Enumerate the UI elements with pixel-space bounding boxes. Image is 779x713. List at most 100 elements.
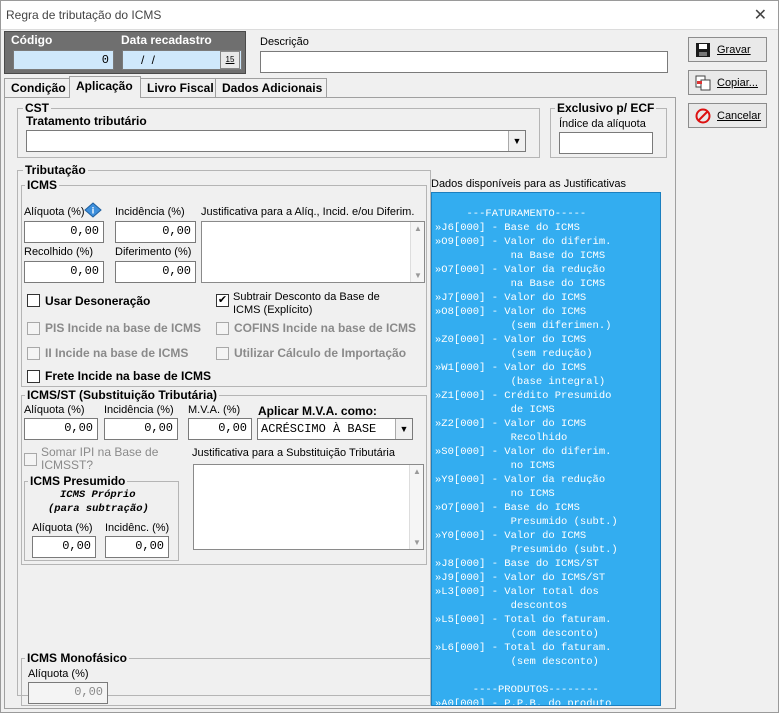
save-icon [696, 42, 710, 57]
justificativa-line[interactable]: no ICMS [435, 459, 660, 473]
icms-aliquota-field[interactable]: 0,00 [24, 221, 104, 243]
scroll-down-icon[interactable]: ▼ [414, 271, 422, 280]
subtrair-desconto-label-2: ICMS (Explícito) [233, 304, 313, 316]
chevron-down-icon[interactable]: ▼ [395, 419, 412, 439]
justificativa-line[interactable]: »L5[000] - Total do faturam. [435, 613, 660, 627]
justificativa-line[interactable]: »O9[000] - Valor do diferim. [435, 235, 660, 249]
copiar-button[interactable]: Copiar... [688, 70, 767, 95]
codigo-label: Código [11, 33, 53, 47]
icmsst-incidencia-field[interactable]: 0,00 [104, 418, 178, 440]
justificativa-line[interactable]: »J8[000] - Base do ICMS/ST [435, 557, 660, 571]
somar-ipi-label-2: ICMSST? [41, 458, 94, 472]
tab-condicao[interactable]: Condição [4, 78, 70, 98]
justificativa-line[interactable]: »A0[000] - P.P.B. do produto [435, 697, 660, 705]
scroll-down-icon[interactable]: ▼ [413, 538, 421, 547]
frete-label: Frete Incide na base de ICMS [45, 369, 212, 383]
icms-recolhido-field[interactable]: 0,00 [24, 261, 104, 283]
tab-livro-fiscal[interactable]: Livro Fiscal [140, 78, 216, 98]
justificativa-line[interactable]: »S0[000] - Valor do diferim. [435, 445, 660, 459]
scroll-up-icon[interactable]: ▲ [413, 467, 421, 476]
justificativa-line[interactable]: (base integral) [435, 375, 660, 389]
aplicar-mva-value: ACRÉSCIMO À BASE [261, 422, 377, 436]
frete-checkbox[interactable] [27, 370, 40, 383]
ecf-title: Exclusivo p/ ECF [555, 101, 657, 115]
icms-justificativa-memo[interactable]: ▲ ▼ [201, 221, 425, 283]
subtrair-desconto-checkbox[interactable]: ✔ [216, 294, 229, 307]
presumido-aliquota-field[interactable]: 0,00 [32, 536, 96, 558]
presumido-incidenc-field[interactable]: 0,00 [105, 536, 169, 558]
justificativa-line[interactable]: »Z1[000] - Crédito Presumido [435, 389, 660, 403]
monofasico-aliquota-field[interactable]: 0,00 [28, 682, 108, 704]
justificativa-line[interactable]: »O7[000] - Base do ICMS [435, 501, 660, 515]
justificativa-line[interactable]: »Z2[000] - Valor do ICMS [435, 417, 660, 431]
cofins-label: COFINS Incide na base de ICMS [234, 321, 417, 335]
justificativa-line[interactable]: Presumido (subt.) [435, 515, 660, 529]
gravar-button[interactable]: Gravar [688, 37, 767, 62]
scrollbar[interactable]: ▲ ▼ [410, 222, 424, 282]
somar-ipi-checkbox[interactable] [24, 453, 37, 466]
close-icon[interactable]: ✕ [754, 5, 767, 25]
justificativa-line[interactable]: »Z0[000] - Valor do ICMS [435, 333, 660, 347]
justificativas-list[interactable]: ---FATURAMENTO----- »J6[000] - Base do IC… [431, 192, 661, 706]
justificativa-line[interactable]: ----PRODUTOS-------- [435, 683, 660, 697]
justificativa-line[interactable]: »O8[000] - Valor do ICMS [435, 305, 660, 319]
icms-title: ICMS [25, 178, 59, 192]
icmsst-title: ICMS/ST (Substituição Tributária) [25, 388, 220, 402]
info-icon[interactable]: i [84, 202, 102, 218]
justificativa-line[interactable]: »Y0[000] - Valor do ICMS [435, 529, 660, 543]
subtrair-desconto-label: Subtrair Desconto da Base de [233, 291, 380, 303]
icms-diferimento-field[interactable]: 0,00 [115, 261, 196, 283]
pis-checkbox[interactable] [27, 322, 40, 335]
tratamento-select[interactable]: ▼ [26, 130, 526, 152]
justificativa-line[interactable]: »J7[000] - Valor do ICMS [435, 291, 660, 305]
cancel-icon [695, 108, 711, 123]
justificativa-line[interactable]: »L3[000] - Valor total dos [435, 585, 660, 599]
justificativa-line[interactable]: Recolhido [435, 431, 660, 445]
descricao-field[interactable] [260, 51, 668, 73]
tab-aplicacao[interactable]: Aplicação [69, 76, 141, 98]
justificativa-line[interactable]: »J6[000] - Base do ICMS [435, 221, 660, 235]
justificativa-line[interactable]: de ICMS [435, 403, 660, 417]
tributacao-title: Tributação [23, 163, 88, 177]
ii-checkbox[interactable] [27, 347, 40, 360]
tab-dados-adicionais[interactable]: Dados Adicionais [215, 78, 327, 98]
justificativa-line[interactable]: (sem desconto) [435, 655, 660, 669]
justificativa-line[interactable] [435, 669, 660, 683]
justificativa-line[interactable]: (com desconto) [435, 627, 660, 641]
usar-desoneracao-label: Usar Desoneração [45, 294, 151, 308]
scroll-up-icon[interactable]: ▲ [414, 224, 422, 233]
chevron-down-icon[interactable]: ▼ [508, 131, 525, 151]
cofins-checkbox[interactable] [216, 322, 229, 335]
justificativa-line[interactable]: »Y9[000] - Valor da redução [435, 473, 660, 487]
justificativa-line[interactable]: »O7[000] - Valor da redução [435, 263, 660, 277]
justificativa-line[interactable]: na Base do ICMS [435, 249, 660, 263]
justificativas-title: Dados disponíveis para as Justificativas [431, 178, 627, 190]
justificativa-line[interactable]: descontos [435, 599, 660, 613]
usar-desoneracao-checkbox[interactable] [27, 294, 40, 307]
justificativa-line[interactable]: no ICMS [435, 487, 660, 501]
icmsst-aliquota-field[interactable]: 0,00 [24, 418, 98, 440]
justificativa-line[interactable]: na Base do ICMS [435, 277, 660, 291]
presumido-sub2: (para subtração) [48, 503, 149, 515]
codigo-field[interactable]: 0 [13, 50, 114, 70]
justificativas-lines: ---FATURAMENTO----- »J6[000] - Base do IC… [432, 193, 660, 705]
icms-recolhido-label: Recolhido (%) [24, 246, 94, 258]
indice-field[interactable] [559, 132, 653, 154]
justificativa-line[interactable]: (sem redução) [435, 347, 660, 361]
icms-incidencia-field[interactable]: 0,00 [115, 221, 196, 243]
icmsst-mva-field[interactable]: 0,00 [188, 418, 252, 440]
justificativa-line[interactable]: Presumido (subt.) [435, 543, 660, 557]
justificativa-line[interactable]: ---FATURAMENTO----- [435, 207, 660, 221]
justificativa-line[interactable]: »W1[000] - Valor do ICMS [435, 361, 660, 375]
scrollbar[interactable]: ▲ ▼ [409, 465, 423, 549]
descricao-label: Descrição [260, 36, 309, 48]
justificativa-line[interactable]: »J9[000] - Valor do ICMS/ST [435, 571, 660, 585]
cancelar-button[interactable]: Cancelar [688, 103, 767, 128]
icmsst-justificativa-memo[interactable]: ▲ ▼ [193, 464, 424, 550]
justificativa-line[interactable]: »L6[000] - Total do faturam. [435, 641, 660, 655]
justificativa-line[interactable]: (sem diferimen.) [435, 319, 660, 333]
calendar-icon[interactable]: 15 [220, 51, 240, 69]
calculo-importacao-checkbox[interactable] [216, 347, 229, 360]
monofasico-title: ICMS Monofásico [25, 651, 130, 665]
aplicar-mva-select[interactable]: ACRÉSCIMO À BASE ▼ [257, 418, 413, 440]
